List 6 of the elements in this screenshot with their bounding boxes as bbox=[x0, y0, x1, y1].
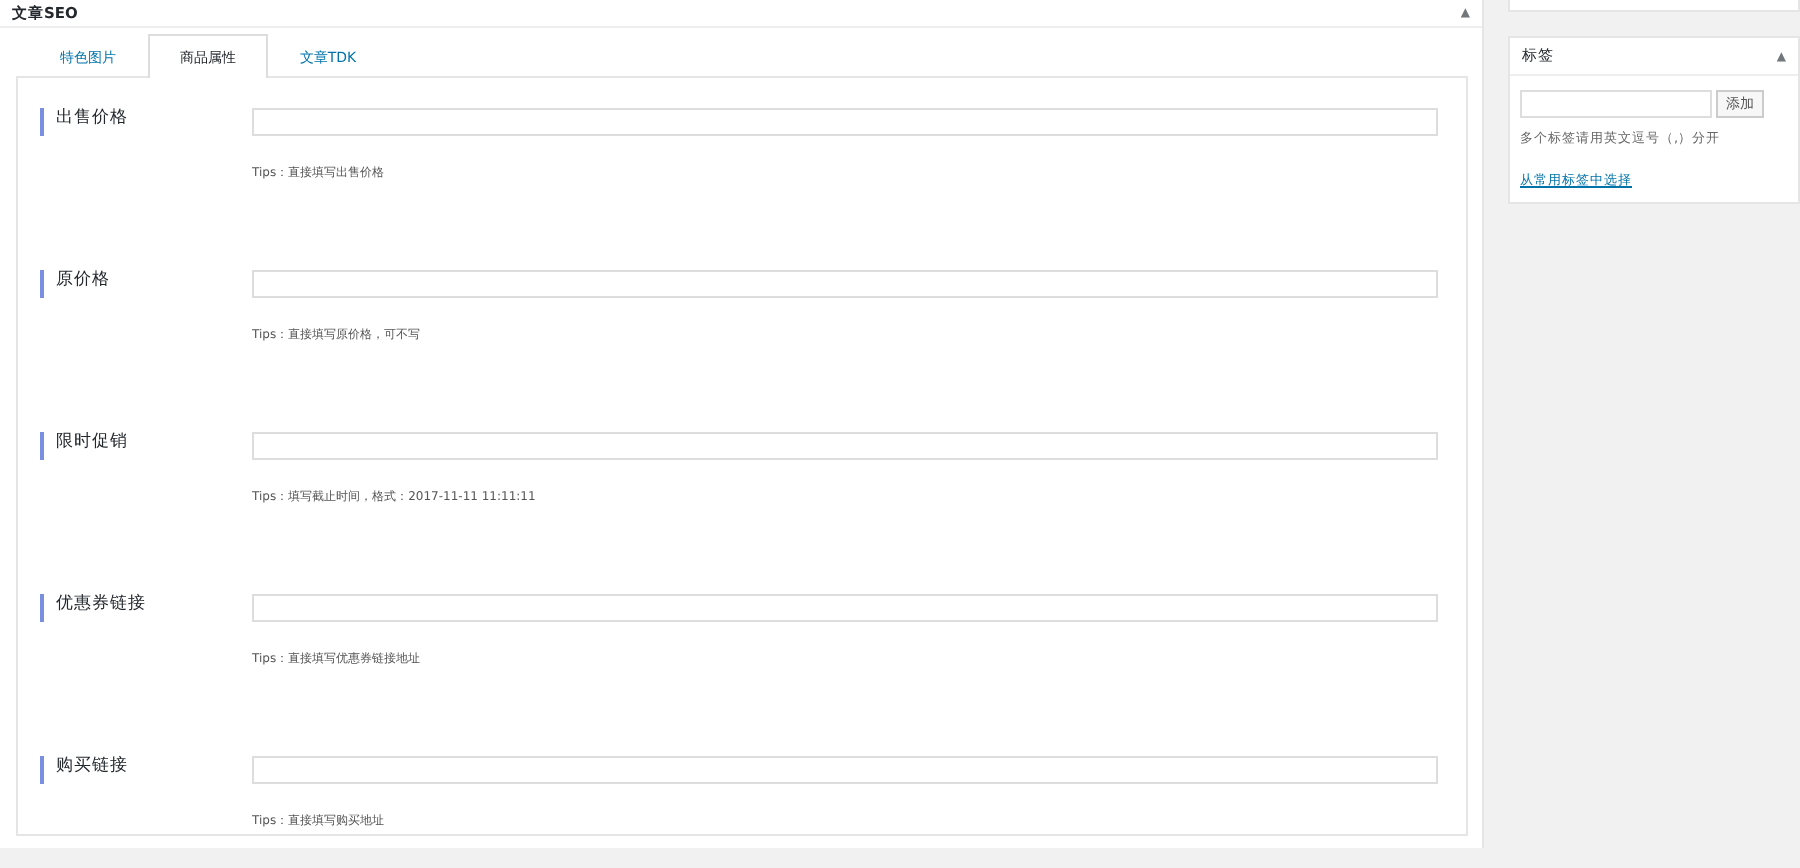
input-field[interactable] bbox=[252, 432, 1438, 460]
tag-input-field[interactable] bbox=[1520, 90, 1712, 118]
input-field[interactable] bbox=[252, 270, 1438, 298]
input-field[interactable] bbox=[252, 594, 1438, 622]
input-field[interactable] bbox=[252, 756, 1438, 784]
input-field[interactable] bbox=[252, 108, 1438, 136]
